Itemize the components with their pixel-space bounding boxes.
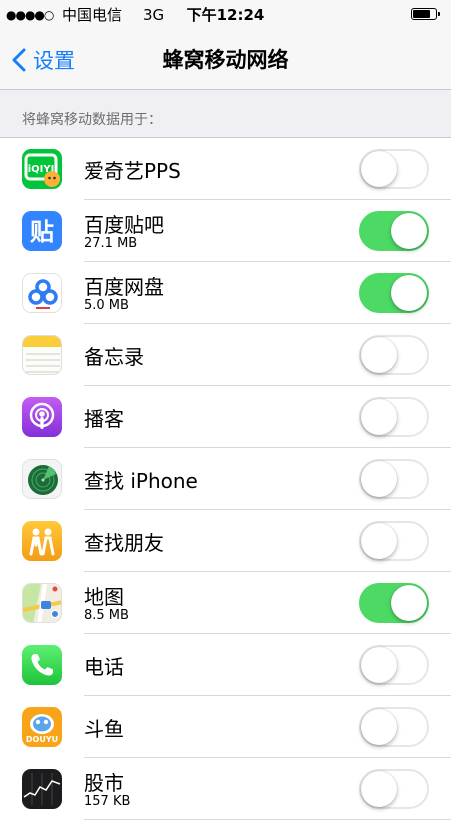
app-name: 百度贴吧 [84, 213, 164, 237]
cellular-toggle-iqiyi[interactable] [359, 149, 429, 189]
list-item: 地图 8.5 MB [0, 572, 451, 634]
navigation-bar: 设置 蜂窝移动网络 [0, 30, 451, 90]
list-item: 百度网盘 5.0 MB [0, 262, 451, 324]
app-name: 查找 iPhone [84, 469, 198, 493]
cellular-toggle-baidu-tieba[interactable] [359, 211, 429, 251]
svg-text:DOUYU: DOUYU [26, 735, 58, 744]
app-name: 股市 [84, 771, 124, 795]
data-usage: 5.0 MB [84, 298, 129, 313]
data-usage: 157 KB [84, 794, 131, 809]
app-name: 备忘录 [84, 345, 144, 369]
section-header: 将蜂窝移动数据用于： [22, 112, 162, 128]
list-item: 查找 iPhone [0, 448, 451, 510]
cellular-toggle-notes[interactable] [359, 335, 429, 375]
data-usage: 27.1 MB [84, 236, 138, 251]
list-item: 股市 157 KB [0, 758, 451, 820]
app-name: 斗鱼 [84, 717, 124, 741]
list-item: iQIYI 爱奇艺PPS [0, 138, 451, 200]
app-name: 电话 [84, 655, 124, 679]
douyu-icon: DOUYU [22, 707, 62, 747]
status-time: 下午12:24 [186, 6, 265, 24]
cellular-toggle-find-friends[interactable] [359, 521, 429, 561]
stocks-icon [22, 769, 62, 809]
app-name: 查找朋友 [84, 531, 164, 555]
app-list: iQIYI 爱奇艺PPS 贴 百度贴吧 27.1 MB 百度网盘 5.0 MB … [0, 137, 451, 820]
cellular-toggle-phone[interactable] [359, 645, 429, 685]
maps-icon [22, 583, 62, 623]
svg-text:贴: 贴 [30, 218, 54, 246]
app-name: 爱奇艺PPS [84, 159, 181, 183]
baidu-tieba-icon: 贴 [22, 211, 62, 251]
list-item: DOUYU 斗鱼 [0, 696, 451, 758]
cellular-toggle-stocks[interactable] [359, 769, 429, 809]
phone-icon [22, 645, 62, 685]
data-usage: 8.5 MB [84, 608, 129, 623]
cellular-toggle-baidu-netdisk[interactable] [359, 273, 429, 313]
back-button-label: 设置 [33, 49, 75, 73]
podcasts-icon [22, 397, 62, 437]
list-item: 播客 [0, 386, 451, 448]
battery-icon [411, 8, 440, 20]
notes-icon [22, 335, 62, 375]
baidu-netdisk-icon [22, 273, 62, 313]
list-item: 贴 百度贴吧 27.1 MB [0, 200, 451, 262]
app-name: 地图 [84, 585, 124, 609]
status-bar: ●●●●○ 中国电信 3G 下午12:24 [0, 0, 451, 30]
cellular-toggle-douyu[interactable] [359, 707, 429, 747]
list-item: 电话 [0, 634, 451, 696]
list-item: 查找朋友 [0, 510, 451, 572]
back-button[interactable]: 设置 [12, 42, 75, 78]
find-friends-icon [22, 521, 62, 561]
iqiyi-icon: iQIYI [22, 149, 62, 189]
app-name: 百度网盘 [84, 275, 164, 299]
chevron-left-icon [12, 48, 26, 72]
cellular-toggle-podcasts[interactable] [359, 397, 429, 437]
find-iphone-icon [22, 459, 62, 499]
app-name: 播客 [84, 407, 124, 431]
cellular-toggle-maps[interactable] [359, 583, 429, 623]
list-item: 备忘录 [0, 324, 451, 386]
cellular-toggle-find-iphone[interactable] [359, 459, 429, 499]
